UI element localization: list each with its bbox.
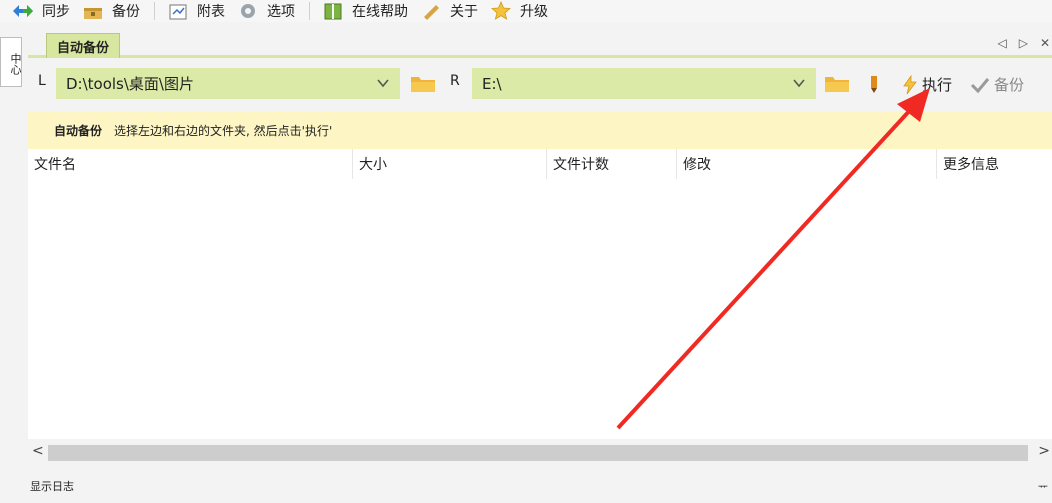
- path-row: L D:\tools\桌面\图片 R E:\ 执行 备份: [28, 64, 1052, 100]
- tab-close-button[interactable]: ✕: [1040, 36, 1050, 50]
- about-label: 关于: [450, 4, 478, 20]
- folder-icon: [411, 77, 435, 92]
- execute-label: 执行: [922, 76, 953, 94]
- sync-arrows-icon: [12, 2, 34, 20]
- online-help-button[interactable]: 在线帮助: [322, 0, 408, 22]
- right-path-value: E:\: [482, 74, 502, 93]
- pin-icon[interactable]: ᅲ: [1038, 478, 1048, 494]
- backup-button[interactable]: 备份: [82, 0, 140, 22]
- right-path-input[interactable]: E:\: [472, 68, 816, 99]
- toolbar-separator: [309, 2, 310, 20]
- schedule-button[interactable]: 附表: [167, 0, 225, 22]
- chevron-down-icon[interactable]: [376, 76, 390, 90]
- online-help-label: 在线帮助: [352, 4, 408, 20]
- upgrade-label: 升级: [520, 4, 548, 20]
- main-toolbar: 同步 备份 附表 选项 在线帮助 关于 升级: [0, 0, 1052, 22]
- marker-button[interactable]: [868, 74, 880, 94]
- sync-label: 同步: [42, 4, 70, 20]
- chevron-down-icon[interactable]: [792, 76, 806, 90]
- tab-next-button[interactable]: ▷: [1019, 36, 1028, 50]
- backup-action-label: 备份: [994, 76, 1025, 94]
- folder-icon: [825, 77, 849, 92]
- upgrade-button[interactable]: 升级: [490, 0, 548, 22]
- bottom-bar: 显示日志 ᅲ: [28, 468, 1052, 503]
- options-button[interactable]: 选项: [237, 0, 295, 22]
- tab-bar: 自动备份 ◁ ▷ ✕: [28, 30, 1052, 58]
- info-pencil-icon: [420, 2, 442, 20]
- tab-prev-button[interactable]: ◁: [997, 36, 1006, 50]
- lightning-icon: [903, 74, 917, 94]
- gear-icon: [237, 2, 259, 20]
- tab-controls: ◁ ▷ ✕: [997, 36, 1050, 50]
- schedule-icon: [167, 2, 189, 20]
- hint-text: 选择左边和右边的文件夹, 然后点击'执行': [114, 124, 333, 138]
- side-tab[interactable]: 中心: [0, 37, 22, 87]
- column-header-filename[interactable]: 文件名: [28, 149, 352, 179]
- left-folder-button[interactable]: [410, 72, 436, 94]
- left-path-value: D:\tools\桌面\图片: [66, 75, 194, 93]
- sync-button[interactable]: 同步: [12, 0, 70, 22]
- schedule-label: 附表: [197, 4, 225, 20]
- tab-auto-backup[interactable]: 自动备份: [46, 33, 121, 58]
- scrollbar-thumb[interactable]: [48, 445, 1028, 461]
- main-panel: 自动备份 ◁ ▷ ✕ L D:\tools\桌面\图片 R E:\ 执行 备份 …: [28, 30, 1052, 503]
- column-header-file-count[interactable]: 文件计数: [546, 149, 676, 179]
- scroll-left-icon[interactable]: <: [32, 443, 44, 459]
- help-book-icon: [322, 2, 344, 20]
- backup-box-icon: [82, 2, 104, 20]
- checkmark-icon: [970, 77, 990, 93]
- right-folder-button[interactable]: [824, 72, 850, 94]
- toolbar-separator: [154, 2, 155, 20]
- right-side-label: R: [450, 73, 460, 89]
- star-icon: [490, 1, 512, 20]
- left-side-label: L: [38, 73, 46, 89]
- execute-button[interactable]: 执行: [902, 74, 952, 95]
- scroll-right-icon[interactable]: >: [1038, 443, 1050, 459]
- options-label: 选项: [267, 4, 295, 20]
- backup-action-button[interactable]: 备份: [970, 74, 1024, 95]
- column-header-modified[interactable]: 修改: [676, 149, 936, 179]
- marker-icon: [871, 76, 877, 93]
- left-path-input[interactable]: D:\tools\桌面\图片: [56, 68, 400, 99]
- hint-title: 自动备份: [54, 124, 103, 138]
- horizontal-scrollbar[interactable]: < >: [28, 441, 1052, 463]
- about-button[interactable]: 关于: [420, 0, 478, 22]
- show-log-button[interactable]: 显示日志: [30, 478, 74, 494]
- file-list[interactable]: 文件名 大小 文件计数 修改 更多信息: [28, 149, 1052, 439]
- column-header-more-info[interactable]: 更多信息: [936, 149, 1052, 179]
- column-header-size[interactable]: 大小: [352, 149, 546, 179]
- backup-label: 备份: [112, 4, 140, 20]
- hint-bar: 自动备份 选择左边和右边的文件夹, 然后点击'执行': [28, 112, 1052, 149]
